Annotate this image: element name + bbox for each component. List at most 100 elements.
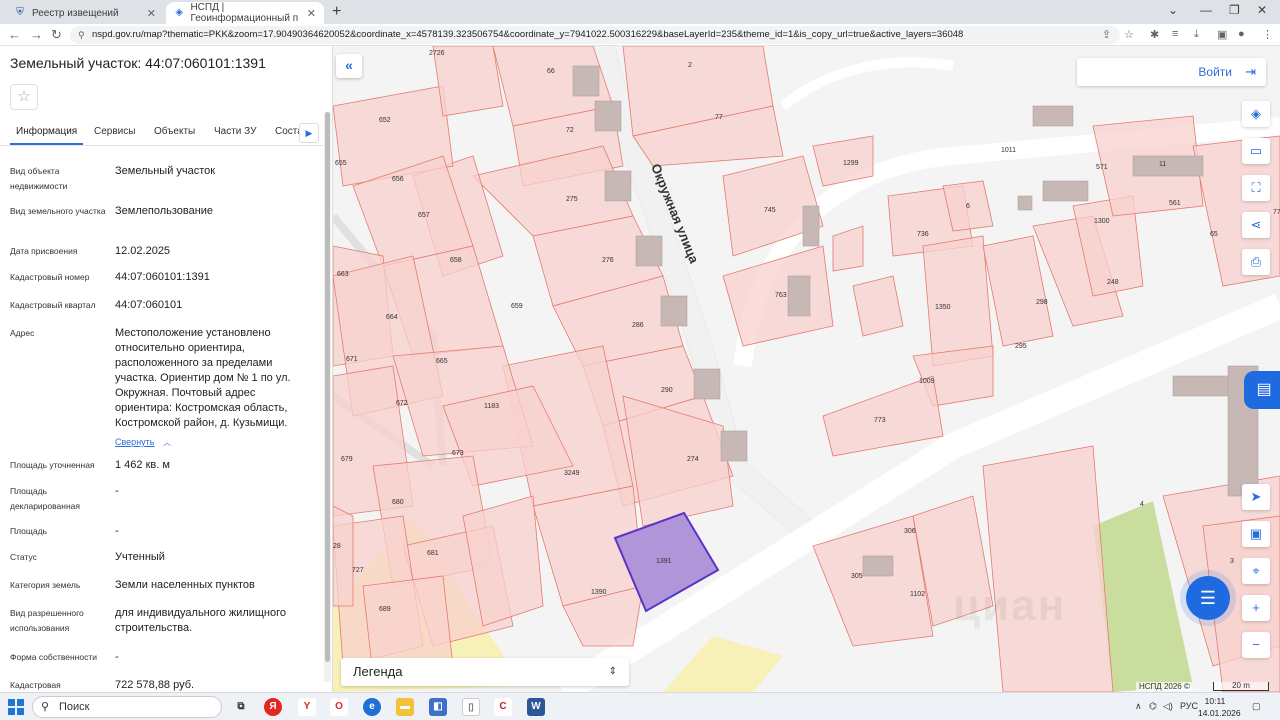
explorer-icon[interactable]: ▬: [396, 698, 414, 716]
svg-text:663: 663: [337, 271, 349, 278]
svg-text:11: 11: [1159, 161, 1166, 168]
new-tab-icon[interactable]: +: [332, 3, 341, 21]
field-value: Землепользование: [115, 205, 214, 217]
site-info-icon[interactable]: ⚲: [78, 26, 85, 44]
svg-text:689: 689: [379, 606, 391, 613]
minimap-icon[interactable]: ▣: [1242, 521, 1270, 547]
svg-text:276: 276: [602, 257, 614, 264]
bookmark-icon[interactable]: ☆: [1124, 28, 1134, 41]
tab-objects[interactable]: Объекты: [154, 126, 195, 137]
field-value: Учтенный: [115, 551, 165, 563]
svg-text:1183: 1183: [484, 403, 499, 410]
back-icon[interactable]: ←: [8, 27, 21, 42]
field-value: 1 462 кв. м: [115, 459, 170, 471]
field-value[interactable]: 44:07:060101: [115, 298, 305, 313]
download-icon[interactable]: ⤓: [1194, 28, 1199, 41]
zoom-in-button[interactable]: +: [1242, 595, 1270, 621]
tab-information[interactable]: Информация: [9, 126, 84, 145]
layers-icon[interactable]: ◈: [1242, 101, 1270, 127]
select-area-icon[interactable]: ⛶: [1242, 175, 1270, 201]
svg-text:77: 77: [715, 114, 723, 121]
legend-label: Легенда: [353, 664, 403, 679]
svg-text:673: 673: [452, 450, 464, 457]
sidepanel-icon[interactable]: ▣: [1217, 28, 1227, 41]
tray-up-icon[interactable]: ∧: [1135, 701, 1142, 712]
svg-text:1102: 1102: [910, 591, 925, 598]
svg-text:3249: 3249: [564, 470, 580, 477]
registry-favicon-icon: ⛨: [16, 7, 24, 18]
locate-icon[interactable]: ➤: [1242, 484, 1270, 510]
clock-time: 10:11: [1204, 696, 1226, 706]
chrome-icon[interactable]: C: [494, 698, 512, 716]
yandex-browser-icon[interactable]: Y: [298, 698, 316, 716]
tab-search-icon[interactable]: ⌄: [1168, 3, 1178, 17]
close-tab-icon[interactable]: ✕: [307, 7, 316, 20]
print-icon[interactable]: ⎙: [1242, 249, 1270, 275]
location-pin-icon[interactable]: ⌖: [1242, 558, 1270, 584]
close-window-icon[interactable]: ✕: [1257, 3, 1267, 17]
url-input[interactable]: ⚲ nspd.gov.ru/map?thematic=PKK&zoom=17.9…: [70, 26, 1120, 44]
panel-scroll-thumb[interactable]: [325, 112, 330, 662]
tabs-scroll-right-icon[interactable]: ▶: [299, 123, 319, 143]
field-label: Площадь уточненная: [10, 460, 95, 470]
ruler-icon[interactable]: ▭: [1242, 138, 1270, 164]
svg-text:652: 652: [379, 117, 391, 124]
svg-text:65: 65: [1210, 231, 1218, 238]
taskbar-search[interactable]: ⚲ Поиск: [32, 696, 222, 718]
share-icon[interactable]: ⇪: [1102, 28, 1111, 41]
word-icon[interactable]: W: [527, 698, 545, 716]
map-canvas[interactable]: 2726 66 2 77 652 72 655 656 657 275 745 …: [333, 46, 1280, 692]
reload-icon[interactable]: ↻: [51, 27, 62, 43]
tab-parts[interactable]: Части ЗУ: [214, 126, 256, 137]
collapse-label: Свернуть: [115, 437, 155, 447]
tab-registry[interactable]: ⛨ Реестр извещений ✕: [6, 2, 164, 24]
zoom-out-button[interactable]: −: [1242, 632, 1270, 658]
svg-text:571: 571: [1096, 164, 1108, 171]
yandex-icon[interactable]: Я: [264, 698, 282, 716]
svg-text:295: 295: [1015, 343, 1027, 350]
search-label: Поиск: [59, 701, 90, 713]
nspd-assistant-icon[interactable]: ▤: [1244, 371, 1280, 409]
collapse-panel-button[interactable]: «: [336, 54, 362, 78]
app-icon[interactable]: ◧: [429, 698, 447, 716]
legend-select[interactable]: Легенда ⇕: [341, 658, 629, 686]
svg-text:305: 305: [851, 573, 863, 580]
opera-icon[interactable]: O: [330, 698, 348, 716]
tab-services[interactable]: Сервисы: [94, 126, 135, 137]
favorite-star-icon[interactable]: ☆: [10, 84, 38, 110]
notepad-icon[interactable]: ▯: [462, 698, 480, 716]
language-indicator[interactable]: РУС: [1180, 701, 1198, 711]
volume-icon[interactable]: ◁): [1163, 701, 1173, 712]
svg-text:6: 6: [966, 203, 970, 210]
field-label: Вид земельного участка: [10, 206, 106, 216]
collapse-link[interactable]: Свернуть ︿: [115, 432, 171, 450]
login-label: Войти: [1198, 65, 1232, 79]
close-tab-icon[interactable]: ✕: [147, 7, 156, 20]
svg-text:248: 248: [1107, 279, 1119, 286]
field-value[interactable]: 44:07:060101:1391: [115, 270, 305, 285]
task-view-icon[interactable]: ⧉: [232, 698, 250, 716]
windows-start-icon[interactable]: [8, 699, 24, 715]
restore-icon[interactable]: ❐: [1229, 3, 1240, 17]
field-value: -: [115, 651, 119, 663]
network-icon[interactable]: ⌬: [1149, 701, 1157, 712]
edge-icon[interactable]: e: [363, 698, 381, 716]
tab-nspd[interactable]: ◈ НСПД | Геоинформационный п ✕: [166, 2, 324, 24]
zone-yellow-bottom: [663, 636, 783, 692]
notifications-icon[interactable]: ▢: [1252, 701, 1261, 712]
minimize-icon[interactable]: —: [1200, 3, 1212, 17]
extensions-icon[interactable]: ✱: [1150, 28, 1159, 41]
login-button[interactable]: Войти ⇥: [1077, 58, 1266, 86]
playlist-icon[interactable]: ≡: [1172, 28, 1178, 40]
clock[interactable]: 10:11 14.01.2026: [1198, 695, 1241, 719]
svg-text:681: 681: [427, 550, 439, 557]
chat-icon[interactable]: ☰: [1186, 576, 1230, 620]
profile-icon[interactable]: ●: [1238, 28, 1245, 40]
menu-icon[interactable]: ⋮: [1262, 28, 1273, 41]
share-map-icon[interactable]: ⋖: [1242, 212, 1270, 238]
forward-icon[interactable]: →: [30, 27, 43, 42]
field-label: Вид объекта недвижимости: [10, 166, 68, 191]
svg-text:656: 656: [392, 176, 404, 183]
cadastral-map[interactable]: 2726 66 2 77 652 72 655 656 657 275 745 …: [333, 46, 1280, 692]
svg-text:672: 672: [396, 400, 408, 407]
